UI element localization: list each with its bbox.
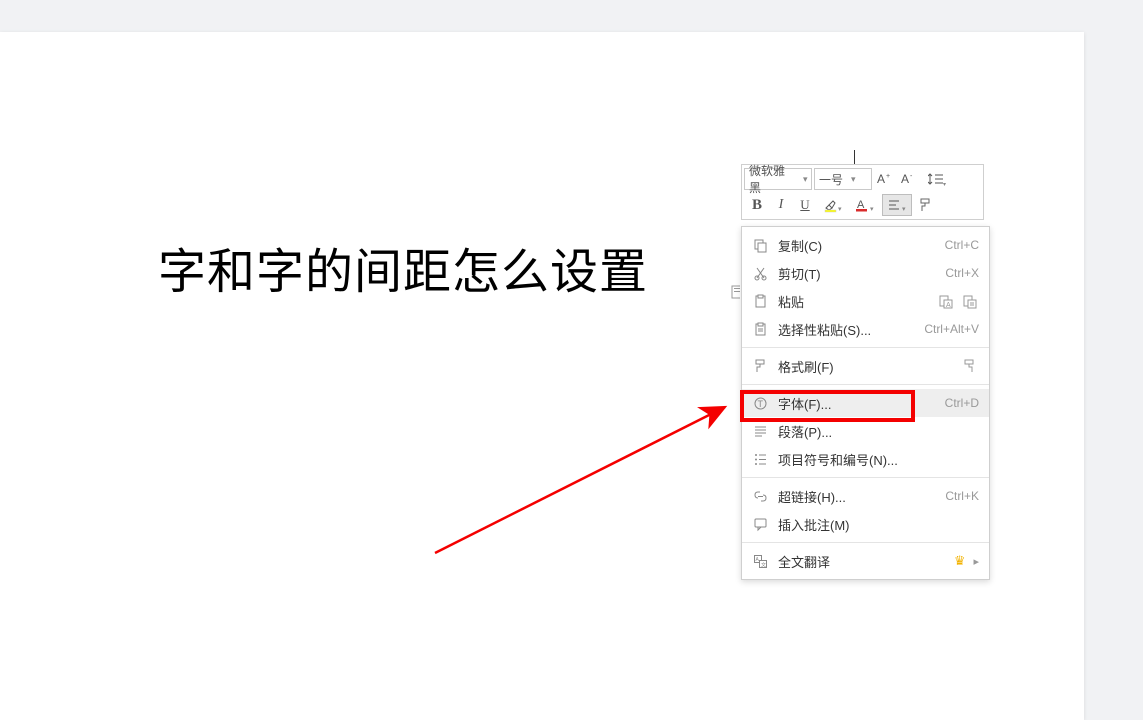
format-painter-icon xyxy=(750,356,770,376)
chevron-down-icon: ▾ xyxy=(799,174,811,185)
svg-text:-: - xyxy=(910,173,913,180)
menu-paste-special[interactable]: 选择性粘贴(S)... Ctrl+Alt+V xyxy=(742,315,989,343)
underline-button[interactable]: U xyxy=(794,194,816,216)
menu-label: 格式刷(F) xyxy=(778,357,959,376)
menu-hyperlink[interactable]: 超链接(H)... Ctrl+K xyxy=(742,482,989,510)
menu-label: 项目符号和编号(N)... xyxy=(778,450,979,469)
menu-divider xyxy=(742,384,989,385)
menu-label: 粘贴 xyxy=(778,292,935,311)
menu-translate[interactable]: A文 全文翻译 ♛ ▸ xyxy=(742,547,989,575)
svg-text:A: A xyxy=(946,302,951,309)
menu-label: 段落(P)... xyxy=(778,422,979,441)
svg-text:T: T xyxy=(757,399,763,409)
bullets-icon xyxy=(750,449,770,469)
menu-paragraph[interactable]: 段落(P)... xyxy=(742,417,989,445)
chevron-right-icon: ▸ xyxy=(973,555,979,568)
decrease-font-button[interactable]: A- xyxy=(898,168,920,190)
font-name-value: 微软雅黑 xyxy=(745,162,799,196)
menu-label: 剪切(T) xyxy=(778,264,945,283)
translate-icon: A文 xyxy=(750,551,770,571)
font-name-combo[interactable]: 微软雅黑 ▾ xyxy=(744,168,812,190)
svg-text:▾: ▾ xyxy=(838,206,842,213)
premium-crown-icon: ♛ xyxy=(954,553,966,569)
svg-text:A: A xyxy=(877,172,885,186)
svg-text:▾: ▾ xyxy=(870,206,874,213)
menu-label: 复制(C) xyxy=(778,236,945,255)
menu-label: 字体(F)... xyxy=(778,394,945,413)
menu-bullets-numbering[interactable]: 项目符号和编号(N)... xyxy=(742,445,989,473)
mini-format-toolbar: 微软雅黑 ▾ 一号 ▾ A+ A- ▾ B I U ▾ A▾ xyxy=(741,164,984,220)
paste-icon xyxy=(750,291,770,311)
menu-format-painter[interactable]: 格式刷(F) xyxy=(742,352,989,380)
menu-label: 插入批注(M) xyxy=(778,515,979,534)
menu-copy[interactable]: 复制(C) Ctrl+C xyxy=(742,231,989,259)
chevron-down-icon: ▾ xyxy=(847,174,859,185)
bold-button[interactable]: B xyxy=(746,194,768,216)
page-options-icon[interactable] xyxy=(730,284,740,300)
document-text: 字和字的间距怎么设置 xyxy=(158,232,648,302)
paste-text-icon[interactable]: A xyxy=(935,291,955,311)
context-menu: 复制(C) Ctrl+C 剪切(T) Ctrl+X 粘贴 A 选择性粘贴(S).… xyxy=(741,226,990,580)
menu-insert-comment[interactable]: 插入批注(M) xyxy=(742,510,989,538)
menu-divider xyxy=(742,477,989,478)
font-color-button[interactable]: A▾ xyxy=(850,194,880,216)
paste-format-icon[interactable] xyxy=(959,291,979,311)
font-icon: T xyxy=(750,393,770,413)
comment-icon xyxy=(750,514,770,534)
italic-button[interactable]: I xyxy=(770,194,792,216)
svg-text:A: A xyxy=(901,172,909,186)
cut-icon xyxy=(750,263,770,283)
increase-font-button[interactable]: A+ xyxy=(874,168,896,190)
menu-shortcut: Ctrl+C xyxy=(945,238,979,252)
paragraph-icon xyxy=(750,421,770,441)
highlight-color-button[interactable]: ▾ xyxy=(818,194,848,216)
menu-label: 全文翻译 xyxy=(778,552,1044,571)
svg-text:▾: ▾ xyxy=(943,182,946,187)
font-size-combo[interactable]: 一号 ▾ xyxy=(814,168,872,190)
menu-divider xyxy=(742,347,989,348)
menu-shortcut: Ctrl+Alt+V xyxy=(924,322,979,336)
menu-shortcut: Ctrl+K xyxy=(945,489,979,503)
menu-font[interactable]: T 字体(F)... Ctrl+D xyxy=(742,389,989,417)
format-painter-alt-icon[interactable] xyxy=(959,356,979,376)
link-icon xyxy=(750,486,770,506)
font-size-value: 一号 xyxy=(815,171,847,188)
menu-shortcut: Ctrl+X xyxy=(945,266,979,280)
menu-shortcut: Ctrl+D xyxy=(945,396,979,410)
menu-label: 超链接(H)... xyxy=(778,487,945,506)
format-painter-button[interactable] xyxy=(914,194,936,216)
line-spacing-button[interactable]: ▾ xyxy=(922,168,952,190)
svg-text:+: + xyxy=(886,173,890,180)
align-button[interactable]: ▾ xyxy=(882,194,912,216)
svg-text:文: 文 xyxy=(761,561,766,568)
menu-label: 选择性粘贴(S)... xyxy=(778,320,924,339)
paste-special-icon xyxy=(750,319,770,339)
menu-paste[interactable]: 粘贴 A xyxy=(742,287,989,315)
menu-divider xyxy=(742,542,989,543)
copy-icon xyxy=(750,235,770,255)
menu-cut[interactable]: 剪切(T) Ctrl+X xyxy=(742,259,989,287)
svg-text:▾: ▾ xyxy=(902,206,906,213)
